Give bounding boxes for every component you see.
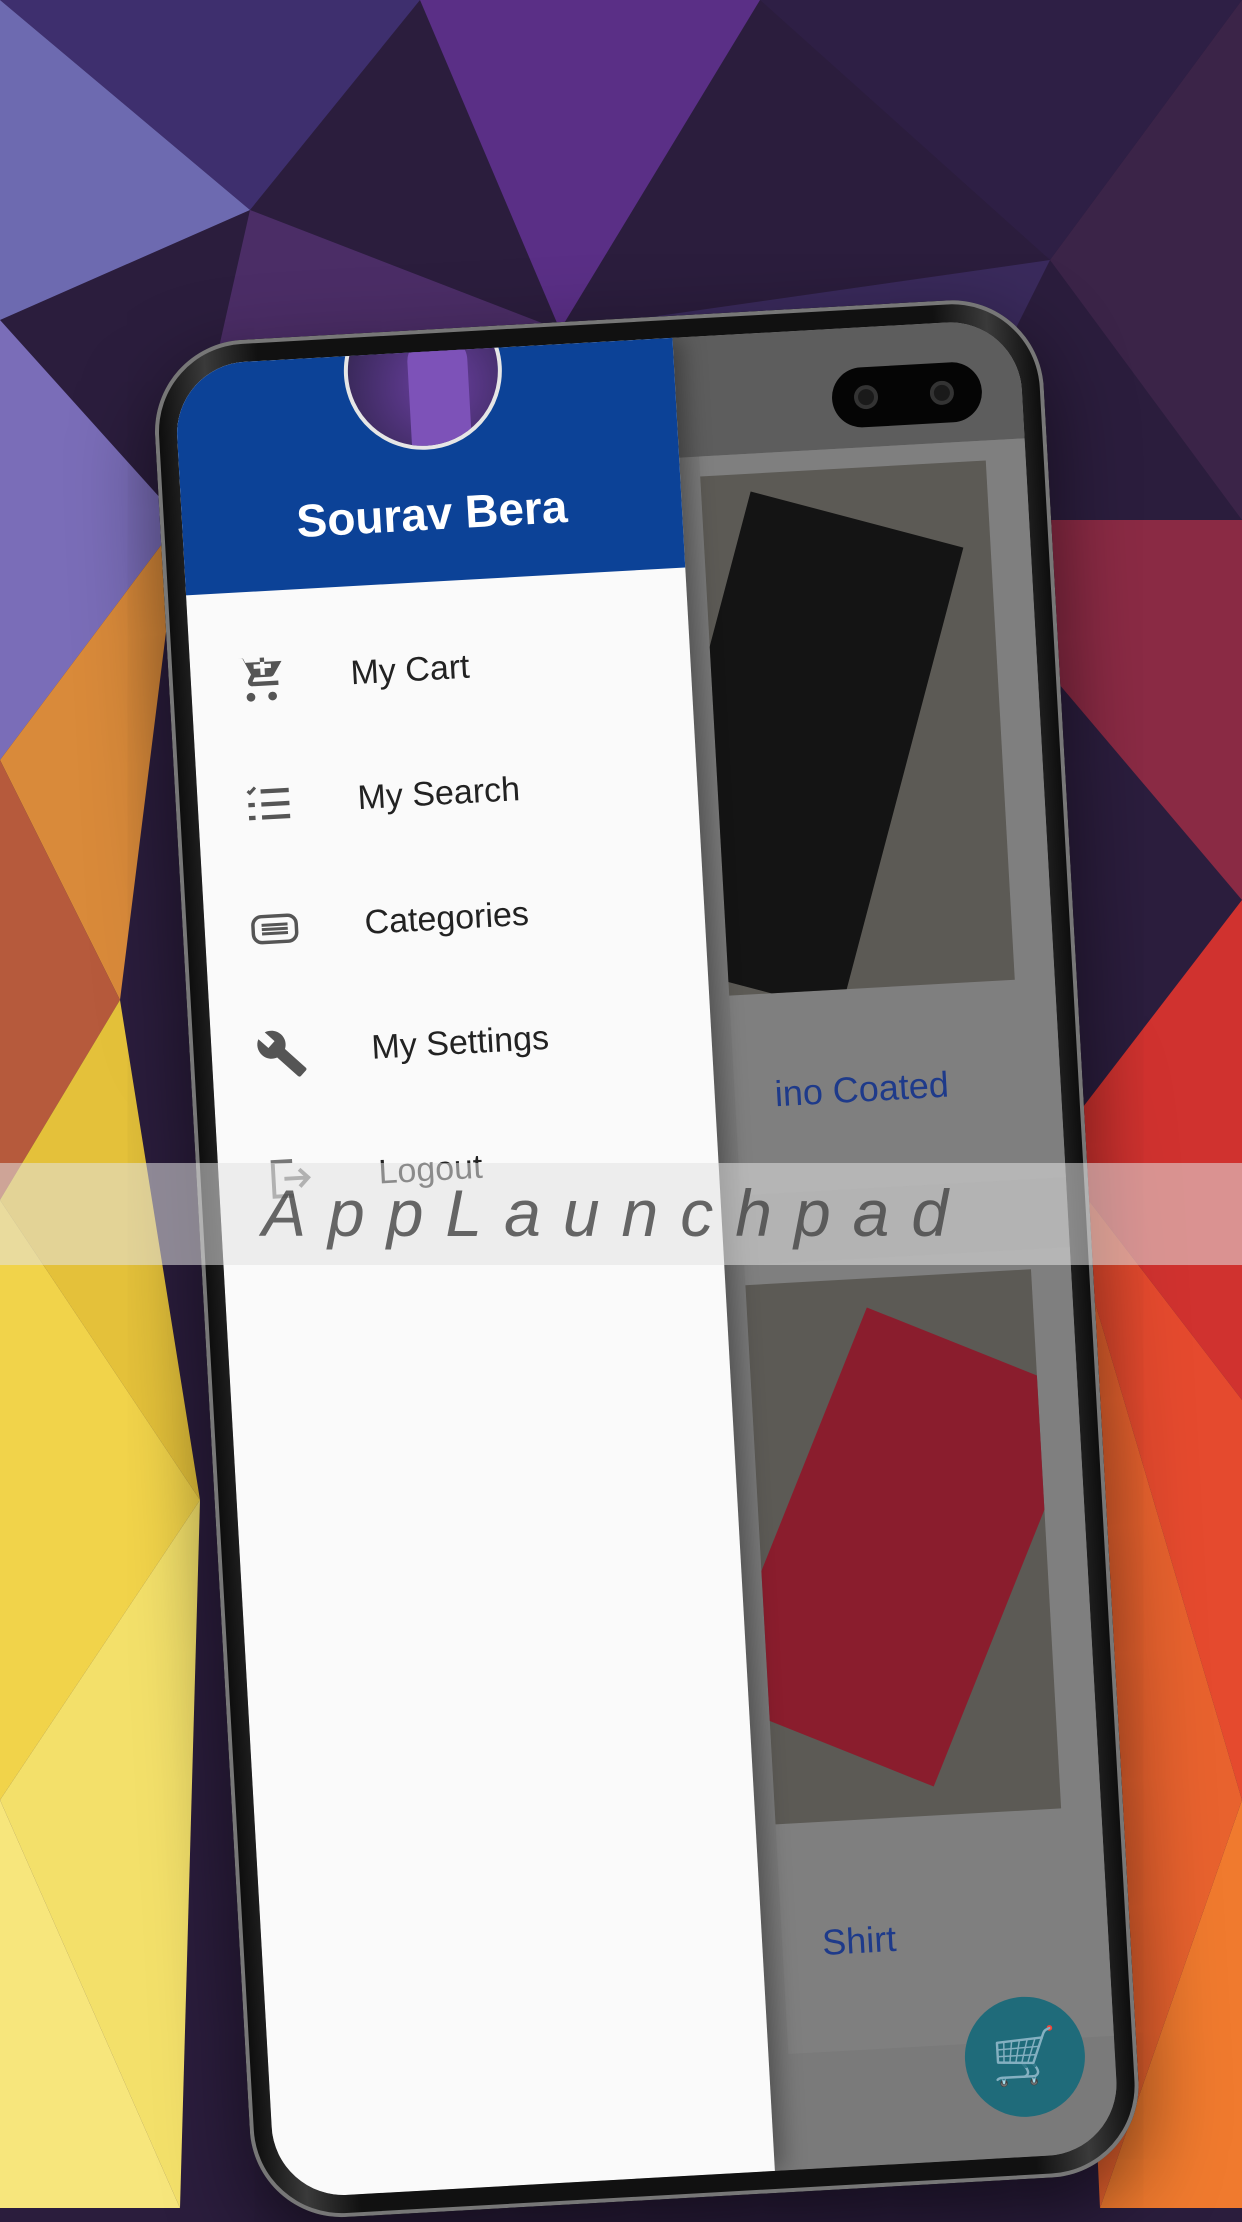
camera-lens bbox=[853, 384, 879, 410]
product-title: ino Coated bbox=[773, 1063, 950, 1115]
watermark-text: AppLaunchpad bbox=[262, 1176, 971, 1250]
front-camera bbox=[830, 360, 984, 429]
product-card[interactable]: ino Coated bbox=[699, 438, 1066, 1196]
checklist-icon bbox=[236, 772, 299, 835]
watermark-banner: AppLaunchpad bbox=[0, 1163, 1242, 1265]
menu-item-label: My Cart bbox=[349, 647, 471, 693]
cart-add-icon: 🛒 bbox=[989, 2024, 1061, 2089]
product-title: Shirt bbox=[821, 1917, 898, 1963]
menu-item-label: My Search bbox=[356, 770, 521, 818]
cart-add-icon bbox=[229, 647, 292, 710]
product-image bbox=[745, 1269, 1062, 1825]
drawer-menu: My Cart My Search Categories My Settings bbox=[187, 592, 721, 1244]
user-name: Sourav Bera bbox=[295, 480, 569, 548]
menu-item-label: Categories bbox=[363, 894, 530, 942]
product-card[interactable]: Shirt bbox=[744, 1247, 1114, 2055]
category-icon bbox=[243, 897, 306, 960]
drawer-header: Sourav Bera bbox=[173, 318, 686, 596]
camera-lens bbox=[929, 380, 955, 406]
navigation-drawer: Sourav Bera My Cart My Search Categories… bbox=[173, 318, 775, 2199]
wrench-icon bbox=[250, 1022, 313, 1085]
menu-item-label: My Settings bbox=[370, 1018, 550, 1067]
product-image bbox=[700, 460, 1015, 996]
